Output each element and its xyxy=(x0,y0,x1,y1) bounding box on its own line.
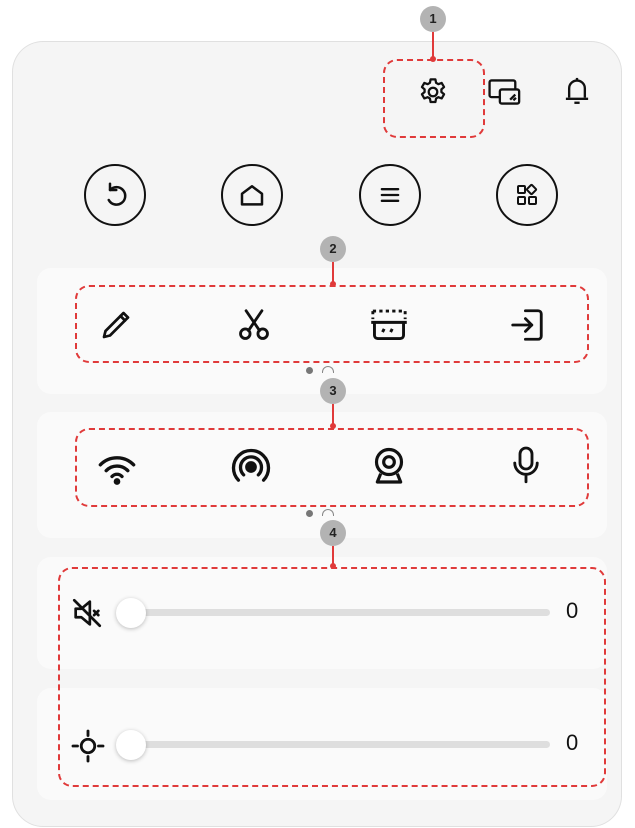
menu-icon xyxy=(376,181,404,209)
microphone-icon[interactable] xyxy=(508,445,544,487)
brightness-slider-track[interactable] xyxy=(118,741,550,748)
settings-icon[interactable] xyxy=(417,76,449,108)
pager-dot xyxy=(322,509,334,516)
brightness-value: 0 xyxy=(566,730,579,755)
apps-button[interactable] xyxy=(496,164,558,226)
home-button[interactable] xyxy=(221,164,283,226)
volume-value: 0 xyxy=(566,598,579,623)
pager-dot-active xyxy=(306,510,313,517)
hotspot-icon[interactable] xyxy=(230,446,272,488)
brightness-icon[interactable] xyxy=(70,728,106,764)
callout-3: 3 xyxy=(320,378,346,404)
callout-1-leader xyxy=(432,32,434,58)
brightness-slider-thumb[interactable] xyxy=(116,730,146,760)
volume-slider-track[interactable] xyxy=(118,609,550,616)
bell-icon[interactable] xyxy=(561,74,593,108)
webcam-icon[interactable] xyxy=(369,445,409,489)
connectivity-pager[interactable] xyxy=(306,508,336,520)
callout-4: 4 xyxy=(320,520,346,546)
wifi-icon[interactable] xyxy=(97,452,137,486)
exit-icon[interactable] xyxy=(508,306,546,344)
callout-1: 1 xyxy=(420,6,446,32)
tools-pager[interactable] xyxy=(306,365,336,377)
screenshot-icon[interactable] xyxy=(368,304,410,344)
menu-button[interactable] xyxy=(359,164,421,226)
volume-slider-thumb[interactable] xyxy=(116,598,146,628)
home-icon xyxy=(237,180,267,210)
pager-dot xyxy=(322,366,334,373)
callout-2: 2 xyxy=(320,236,346,262)
muted-speaker-icon[interactable] xyxy=(70,596,104,630)
screen-cast-icon[interactable] xyxy=(487,76,523,108)
pen-icon[interactable] xyxy=(98,307,134,343)
back-button[interactable] xyxy=(84,164,146,226)
back-icon xyxy=(100,180,130,210)
apps-icon xyxy=(515,183,539,207)
pager-dot-active xyxy=(306,367,313,374)
scissors-icon[interactable] xyxy=(235,306,273,344)
